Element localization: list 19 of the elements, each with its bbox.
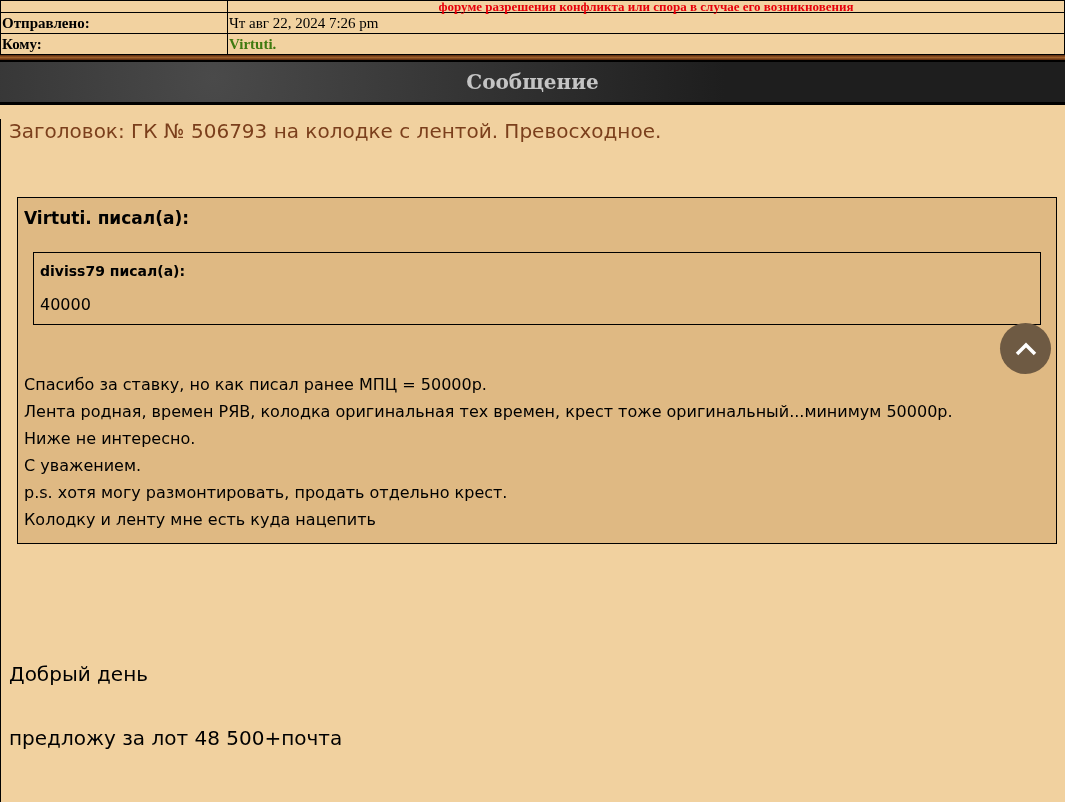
quote-text: Лента родная, времен РЯВ, колодка оригинальная тех времен, крест тоже оригинальный...минимум 50000р. [24, 401, 954, 423]
quote-author: Virtuti. писал(а): [24, 208, 191, 228]
field-label: Отправлено: [2, 14, 90, 31]
quote-text: Спасибо за ставку, но как писал ранее МПЦ = 50000р. [24, 374, 488, 396]
message-subject: Заголовок: ГК № 506793 на колодке с лентой. Превосходное. [9, 119, 663, 143]
quote-text: 40000 [40, 295, 92, 314]
chevron-up-icon [1014, 341, 1037, 356]
quote-text: С уважением. [24, 455, 143, 477]
message-text: предложу за лот 48 500+почта [9, 726, 344, 750]
quote-text: Колодку и ленту мне есть куда нацепить [24, 509, 377, 531]
quote-text: Ниже не интересно. [24, 428, 197, 450]
quote-author: diviss79 писал(а): [40, 263, 187, 279]
recipient-name: Virtuti. [229, 35, 277, 52]
sent-date: Чт авг 22, 2024 7:26 pm [229, 14, 379, 31]
section-title: Сообщение [466, 70, 599, 94]
field-label: Кому: [2, 35, 42, 52]
notice-text: форуме разрешения конфликта или спора в случае его возникновения [438, 0, 854, 14]
message-text: Добрый день [9, 662, 150, 686]
quote-text: p.s. хотя могу размонтировать, продать отдельно крест. [24, 482, 509, 504]
